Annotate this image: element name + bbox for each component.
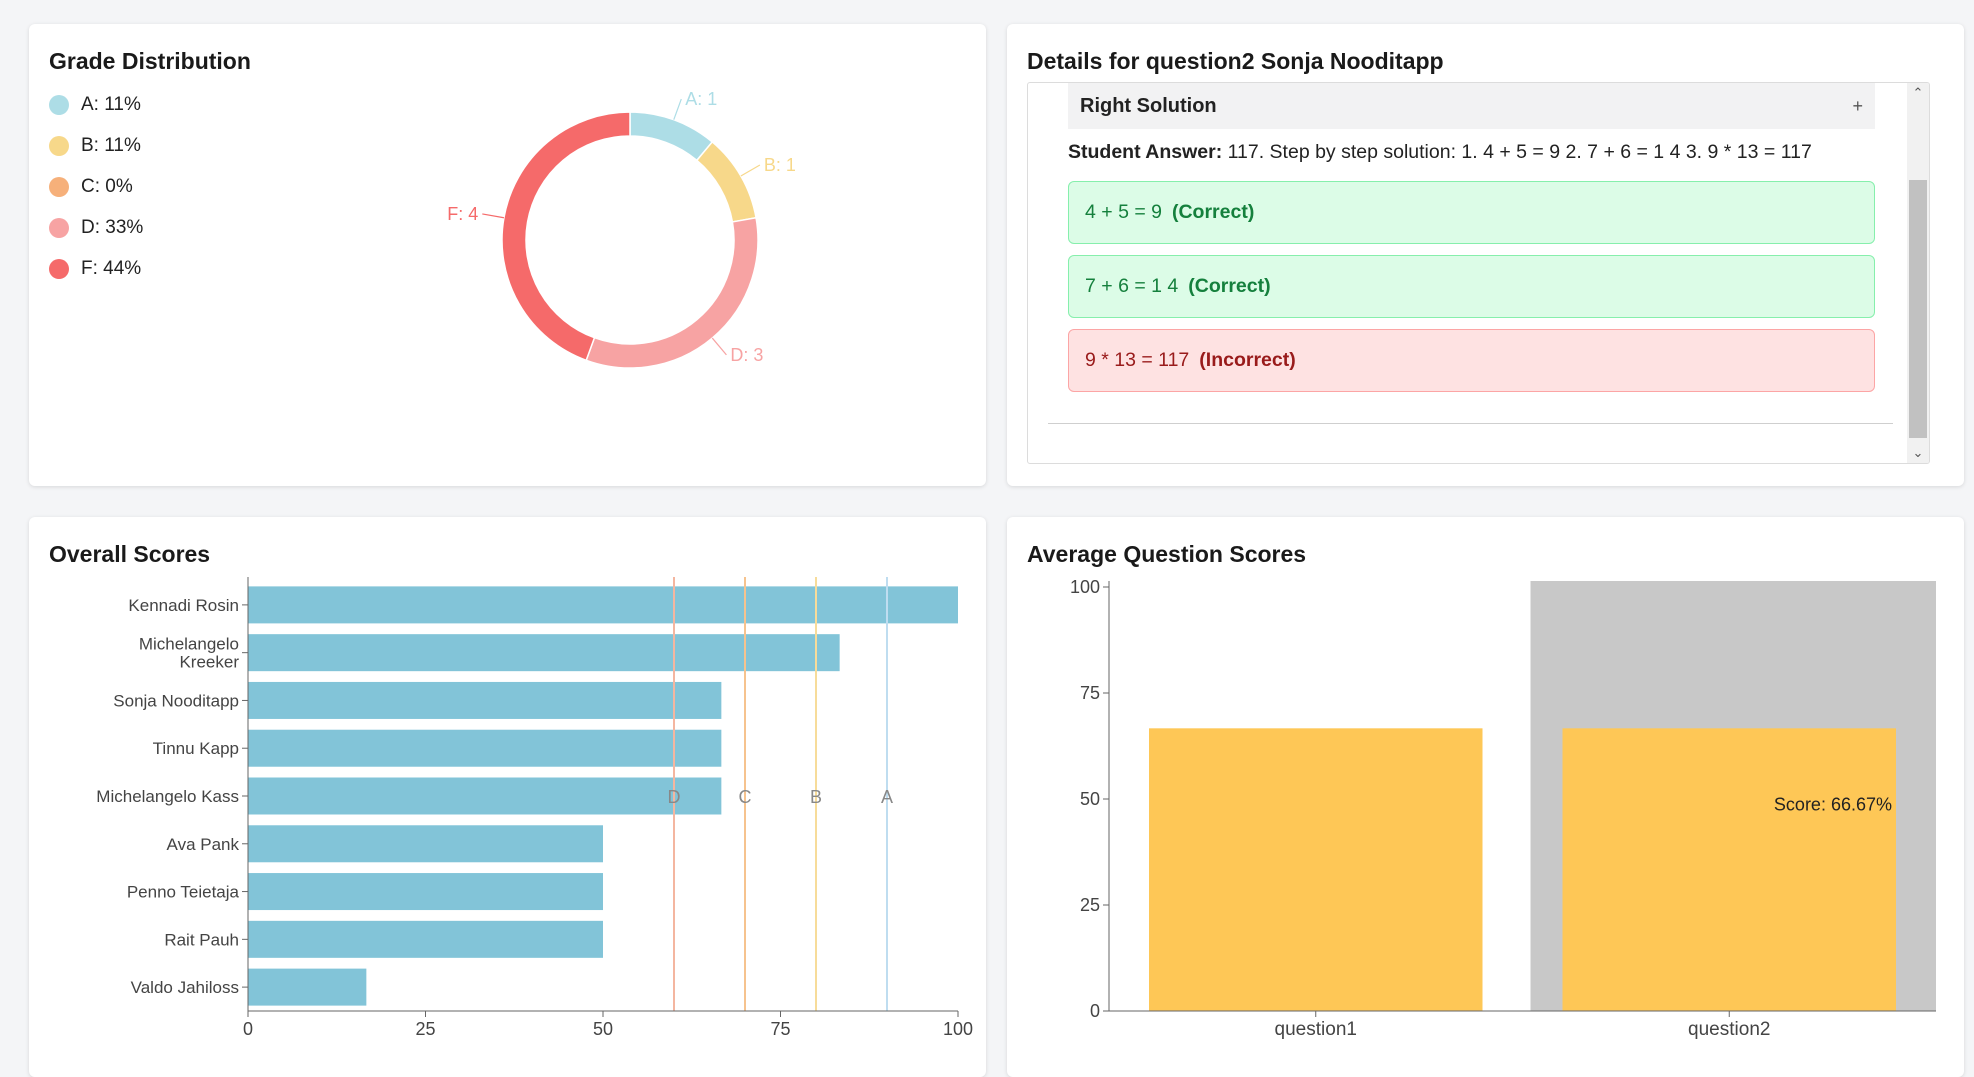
y-tick-label: Tinnu Kapp: [153, 739, 239, 758]
details-title: Details for question2 Sonja Nooditapp: [1027, 48, 1444, 74]
y-tick-label: 50: [1080, 789, 1100, 809]
step-expression: 9 * 13 = 117: [1085, 349, 1190, 371]
step-verdict: (Correct): [1188, 275, 1271, 297]
score-bar[interactable]: [248, 825, 603, 863]
x-tick-label: 75: [770, 1019, 790, 1039]
average-scores-chart: question1 question2 Score: 66.67% 0 25 50 75 10…: [1070, 577, 1936, 1040]
expand-icon[interactable]: +: [1852, 96, 1863, 117]
step-verdict: (Incorrect): [1199, 349, 1296, 371]
details-panel: Right Solution + Student Answer: 117. St…: [1027, 82, 1930, 464]
score-bar[interactable]: [248, 729, 722, 767]
donut-slice-B[interactable]: [695, 140, 757, 223]
grade-threshold-label: A: [881, 787, 893, 807]
overall-scores-chart: Kennadi Rosin Michelangelo Kreeker Sonja No…: [96, 577, 973, 1039]
score-bar[interactable]: [248, 681, 722, 719]
right-solution-accordion[interactable]: Right Solution +: [1068, 83, 1875, 129]
y-tick-label: Penno Teietaja: [127, 883, 240, 902]
x-tick-label: question2: [1688, 1019, 1770, 1040]
donut-data-label: F: 4: [447, 204, 478, 224]
average-scores-card: Average Question Scores question1 questio…: [1007, 517, 1964, 1077]
scroll-up-icon[interactable]: ⌃: [1907, 83, 1929, 103]
student-answer: Student Answer: 117. Step by step soluti…: [1068, 141, 1908, 164]
step-3-incorrect: 9 * 13 = 117 (Incorrect): [1068, 329, 1875, 392]
y-tick-label: 75: [1080, 683, 1100, 703]
x-tick-label: 50: [593, 1019, 613, 1039]
donut-slice-F[interactable]: [501, 111, 631, 362]
y-tick-label: Valdo Jahiloss: [131, 978, 239, 997]
step-2-correct: 7 + 6 = 1 4 (Correct): [1068, 255, 1875, 318]
y-tick-label: Michelangelo Kass: [96, 787, 239, 806]
donut-label-leader: [673, 98, 682, 120]
question-details-card: Details for question2 Sonja Nooditapp Ri…: [1007, 24, 1964, 486]
y-tick-label: 25: [1080, 895, 1100, 915]
donut-label-leader: [740, 164, 761, 177]
score-tooltip: Score: 66.67%: [1774, 794, 1892, 814]
score-bar[interactable]: [248, 920, 603, 958]
y-tick-label: 100: [1070, 577, 1100, 597]
panel-divider: [1048, 423, 1893, 424]
score-bar[interactable]: [248, 873, 603, 911]
score-bar[interactable]: [248, 586, 958, 624]
x-tick-label: 25: [415, 1019, 435, 1039]
scroll-down-icon[interactable]: ⌄: [1907, 443, 1929, 463]
accordion-label: Right Solution: [1080, 94, 1217, 117]
donut-label-leader: [711, 337, 727, 356]
score-bar[interactable]: [248, 968, 367, 1006]
y-tick-label: Rait Pauh: [164, 930, 239, 949]
step-1-correct: 4 + 5 = 9 (Correct): [1068, 181, 1875, 244]
x-tick-label: question1: [1275, 1019, 1357, 1040]
donut-data-label: B: 1: [764, 155, 796, 175]
step-expression: 4 + 5 = 9: [1085, 201, 1162, 223]
grade-donut-chart: A: 1 B: 1 D: 3 F: 4: [447, 89, 796, 369]
x-tick-label: 100: [943, 1019, 973, 1039]
y-tick-label: Michelangelo Kreeker: [139, 635, 240, 672]
donut-data-label: D: 3: [730, 345, 763, 365]
grade-threshold-label: C: [739, 787, 752, 807]
score-bar[interactable]: [248, 634, 840, 672]
step-verdict: (Correct): [1171, 201, 1255, 223]
x-tick-label: 0: [243, 1019, 253, 1039]
step-expression: 7 + 6 = 1 4: [1085, 275, 1179, 297]
y-tick-label: Kennadi Rosin: [128, 596, 239, 615]
grade-threshold-label: B: [810, 787, 822, 807]
donut-data-label: A: 1: [685, 89, 717, 109]
student-answer-text: 117. Step by step solution: 1. 4 + 5 = 9…: [1227, 141, 1812, 163]
scrollbar-thumb[interactable]: [1909, 180, 1927, 438]
grade-distribution-card: Grade Distribution A: 11% B: 11% C: 0% D: 3…: [29, 24, 986, 486]
question-score-bar[interactable]: [1562, 728, 1897, 1011]
donut-slice-A[interactable]: [629, 111, 714, 162]
grade-threshold-label: D: [668, 787, 681, 807]
y-tick-label: Sonja Nooditapp: [113, 691, 239, 710]
y-tick-label: 0: [1090, 1001, 1100, 1021]
y-tick-label: Ava Pank: [167, 835, 240, 854]
overall-scores-card: Overall Scores Kennadi Rosin Michelangelo…: [29, 517, 986, 1077]
donut-label-leader: [482, 213, 505, 219]
student-answer-label: Student Answer:: [1068, 141, 1223, 163]
score-bar[interactable]: [248, 777, 722, 815]
details-scrollbar[interactable]: ⌃ ⌄: [1907, 83, 1929, 463]
question-score-bar[interactable]: [1149, 728, 1483, 1011]
